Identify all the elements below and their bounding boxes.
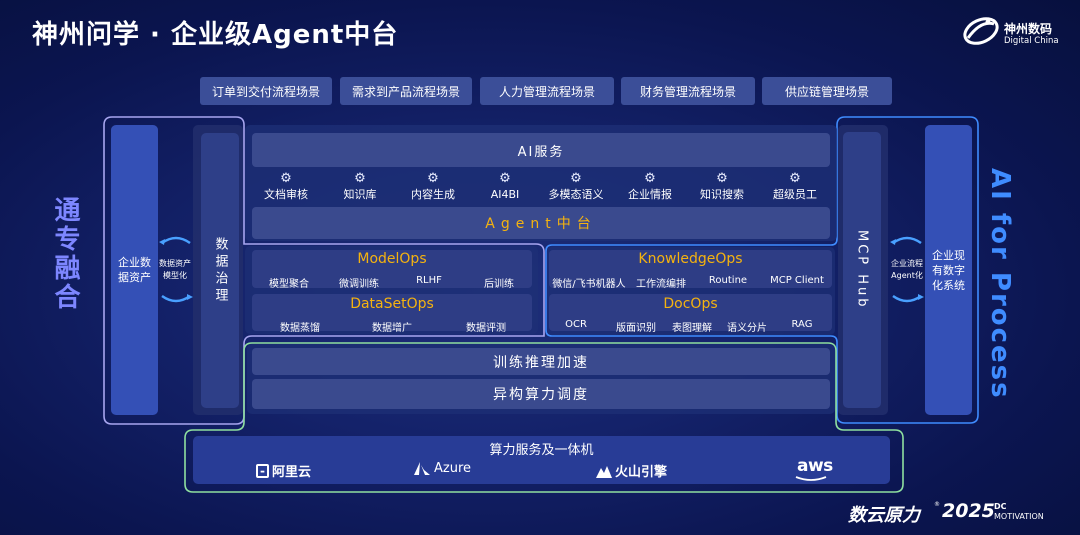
footer-dc: DC xyxy=(994,502,1007,511)
footer-motivation: MOTIVATION xyxy=(994,512,1044,521)
azure-logo: Azure xyxy=(413,461,471,476)
volcano-engine-logo: 火山引擎 xyxy=(596,461,667,480)
knowledgeops-item: MCP Client xyxy=(770,275,824,286)
compute-scheduling-bar[interactable]: 异构算力调度 xyxy=(252,379,830,409)
modelops-block[interactable]: ModelOps 模型聚合 微调训练 RLHF 后训练 xyxy=(252,250,532,290)
gear-icon: ⚙ xyxy=(716,171,728,186)
knowledgeops-block[interactable]: KnowledgeOps 微信/飞书机器人 工作流编排 Routine MCP … xyxy=(549,250,832,290)
gear-icon: ⚙ xyxy=(280,171,292,186)
service-item[interactable]: ⚙ 知识库 xyxy=(327,172,393,202)
volcano-engine-icon xyxy=(596,465,612,478)
right-upper-arrow-icon xyxy=(890,236,922,245)
aws-smile-icon xyxy=(795,476,827,481)
training-inference-bar[interactable]: 训练推理加速 xyxy=(252,348,830,375)
right-lower-arrow-icon xyxy=(892,294,924,303)
registered-icon: ® xyxy=(934,501,940,508)
data-asset-modeling-text: 数据资产模型化 xyxy=(159,259,191,280)
existing-digital-systems-block[interactable]: 企业现有数字化系统 xyxy=(925,125,972,415)
modelops-item: 模型聚合 xyxy=(269,279,309,290)
aliyun-icon: - xyxy=(256,463,269,478)
modelops-item: RLHF xyxy=(416,275,442,286)
datasetops-item: 数据增广 xyxy=(372,323,412,334)
service-item[interactable]: ⚙ 企业情报 xyxy=(617,172,683,202)
footer-brand-text: 数云原力 xyxy=(848,505,920,526)
aws-logo: aws xyxy=(795,456,833,481)
knowledgeops-item: 微信/飞书机器人 xyxy=(552,279,626,290)
compute-service-title: 算力服务及一体机 xyxy=(489,443,594,458)
azure-icon xyxy=(414,461,430,475)
knowledgeops-title: KnowledgeOps xyxy=(638,251,743,267)
docops-item: RAG xyxy=(791,319,813,330)
existing-digital-systems-label: 企业现有数字化系统 xyxy=(932,248,965,292)
service-item[interactable]: ⚙ AI4BI xyxy=(472,172,538,202)
datasetops-item: 数据评测 xyxy=(466,323,506,334)
footer-brand: 数云原力 ® 2025 DC MOTIVATION xyxy=(848,500,1066,527)
gear-icon: ⚙ xyxy=(354,171,366,186)
service-item[interactable]: ⚙ 多模态语义 xyxy=(543,172,609,202)
gear-icon: ⚙ xyxy=(427,171,439,186)
data-governance-label: 数据治理 xyxy=(212,236,228,305)
gear-icon: ⚙ xyxy=(499,171,511,186)
knowledgeops-item: Routine xyxy=(708,275,748,286)
footer-year: 2025 xyxy=(942,500,995,522)
left-lower-arrow-icon xyxy=(161,294,193,303)
enterprise-data-assets-label: 企业数据资产 xyxy=(118,256,151,284)
modelops-item: 微调训练 xyxy=(339,279,379,290)
data-governance-block[interactable]: 数据治理 xyxy=(201,133,239,408)
aliyun-logo: - 阿里云 xyxy=(256,461,311,480)
service-item[interactable]: ⚙ 知识搜索 xyxy=(689,172,755,202)
gear-icon: ⚙ xyxy=(644,171,656,186)
docops-title: DocOps xyxy=(663,296,718,312)
modelops-item: 后训练 xyxy=(484,279,514,290)
modelops-title: ModelOps xyxy=(357,251,427,267)
enterprise-data-assets-block[interactable]: 企业数据资产 xyxy=(111,125,158,415)
service-item[interactable]: ⚙ 超级员工 xyxy=(762,172,828,202)
docops-item: 语义分片 xyxy=(727,323,767,334)
datasetops-item: 数据蒸馏 xyxy=(280,323,320,334)
docops-block[interactable]: DocOps OCR 版面识别 表图理解 语义分片 RAG xyxy=(549,294,832,334)
service-item[interactable]: ⚙ 文档审核 xyxy=(253,172,319,202)
gear-icon: ⚙ xyxy=(570,171,582,186)
knowledgeops-item: 工作流编排 xyxy=(636,279,686,290)
left-upper-arrow-icon xyxy=(159,236,191,245)
docops-item: OCR xyxy=(565,319,587,330)
datasetops-block[interactable]: DataSetOps 数据蒸馏 数据增广 数据评测 xyxy=(252,294,532,334)
service-item[interactable]: ⚙ 内容生成 xyxy=(400,172,466,202)
ai-services-bar[interactable]: AI服务 xyxy=(252,133,830,167)
agent-platform-bar[interactable]: Agent中台 xyxy=(252,207,830,239)
docops-item: 表图理解 xyxy=(672,323,712,334)
datasetops-title: DataSetOps xyxy=(350,296,434,312)
mcp-hub-block[interactable]: MCP Hub xyxy=(843,132,881,408)
gear-icon: ⚙ xyxy=(789,171,801,186)
process-agentization-text: 企业流程Agent化 xyxy=(891,259,923,280)
docops-item: 版面识别 xyxy=(616,323,656,334)
mcp-hub-label: MCP Hub xyxy=(854,230,870,310)
